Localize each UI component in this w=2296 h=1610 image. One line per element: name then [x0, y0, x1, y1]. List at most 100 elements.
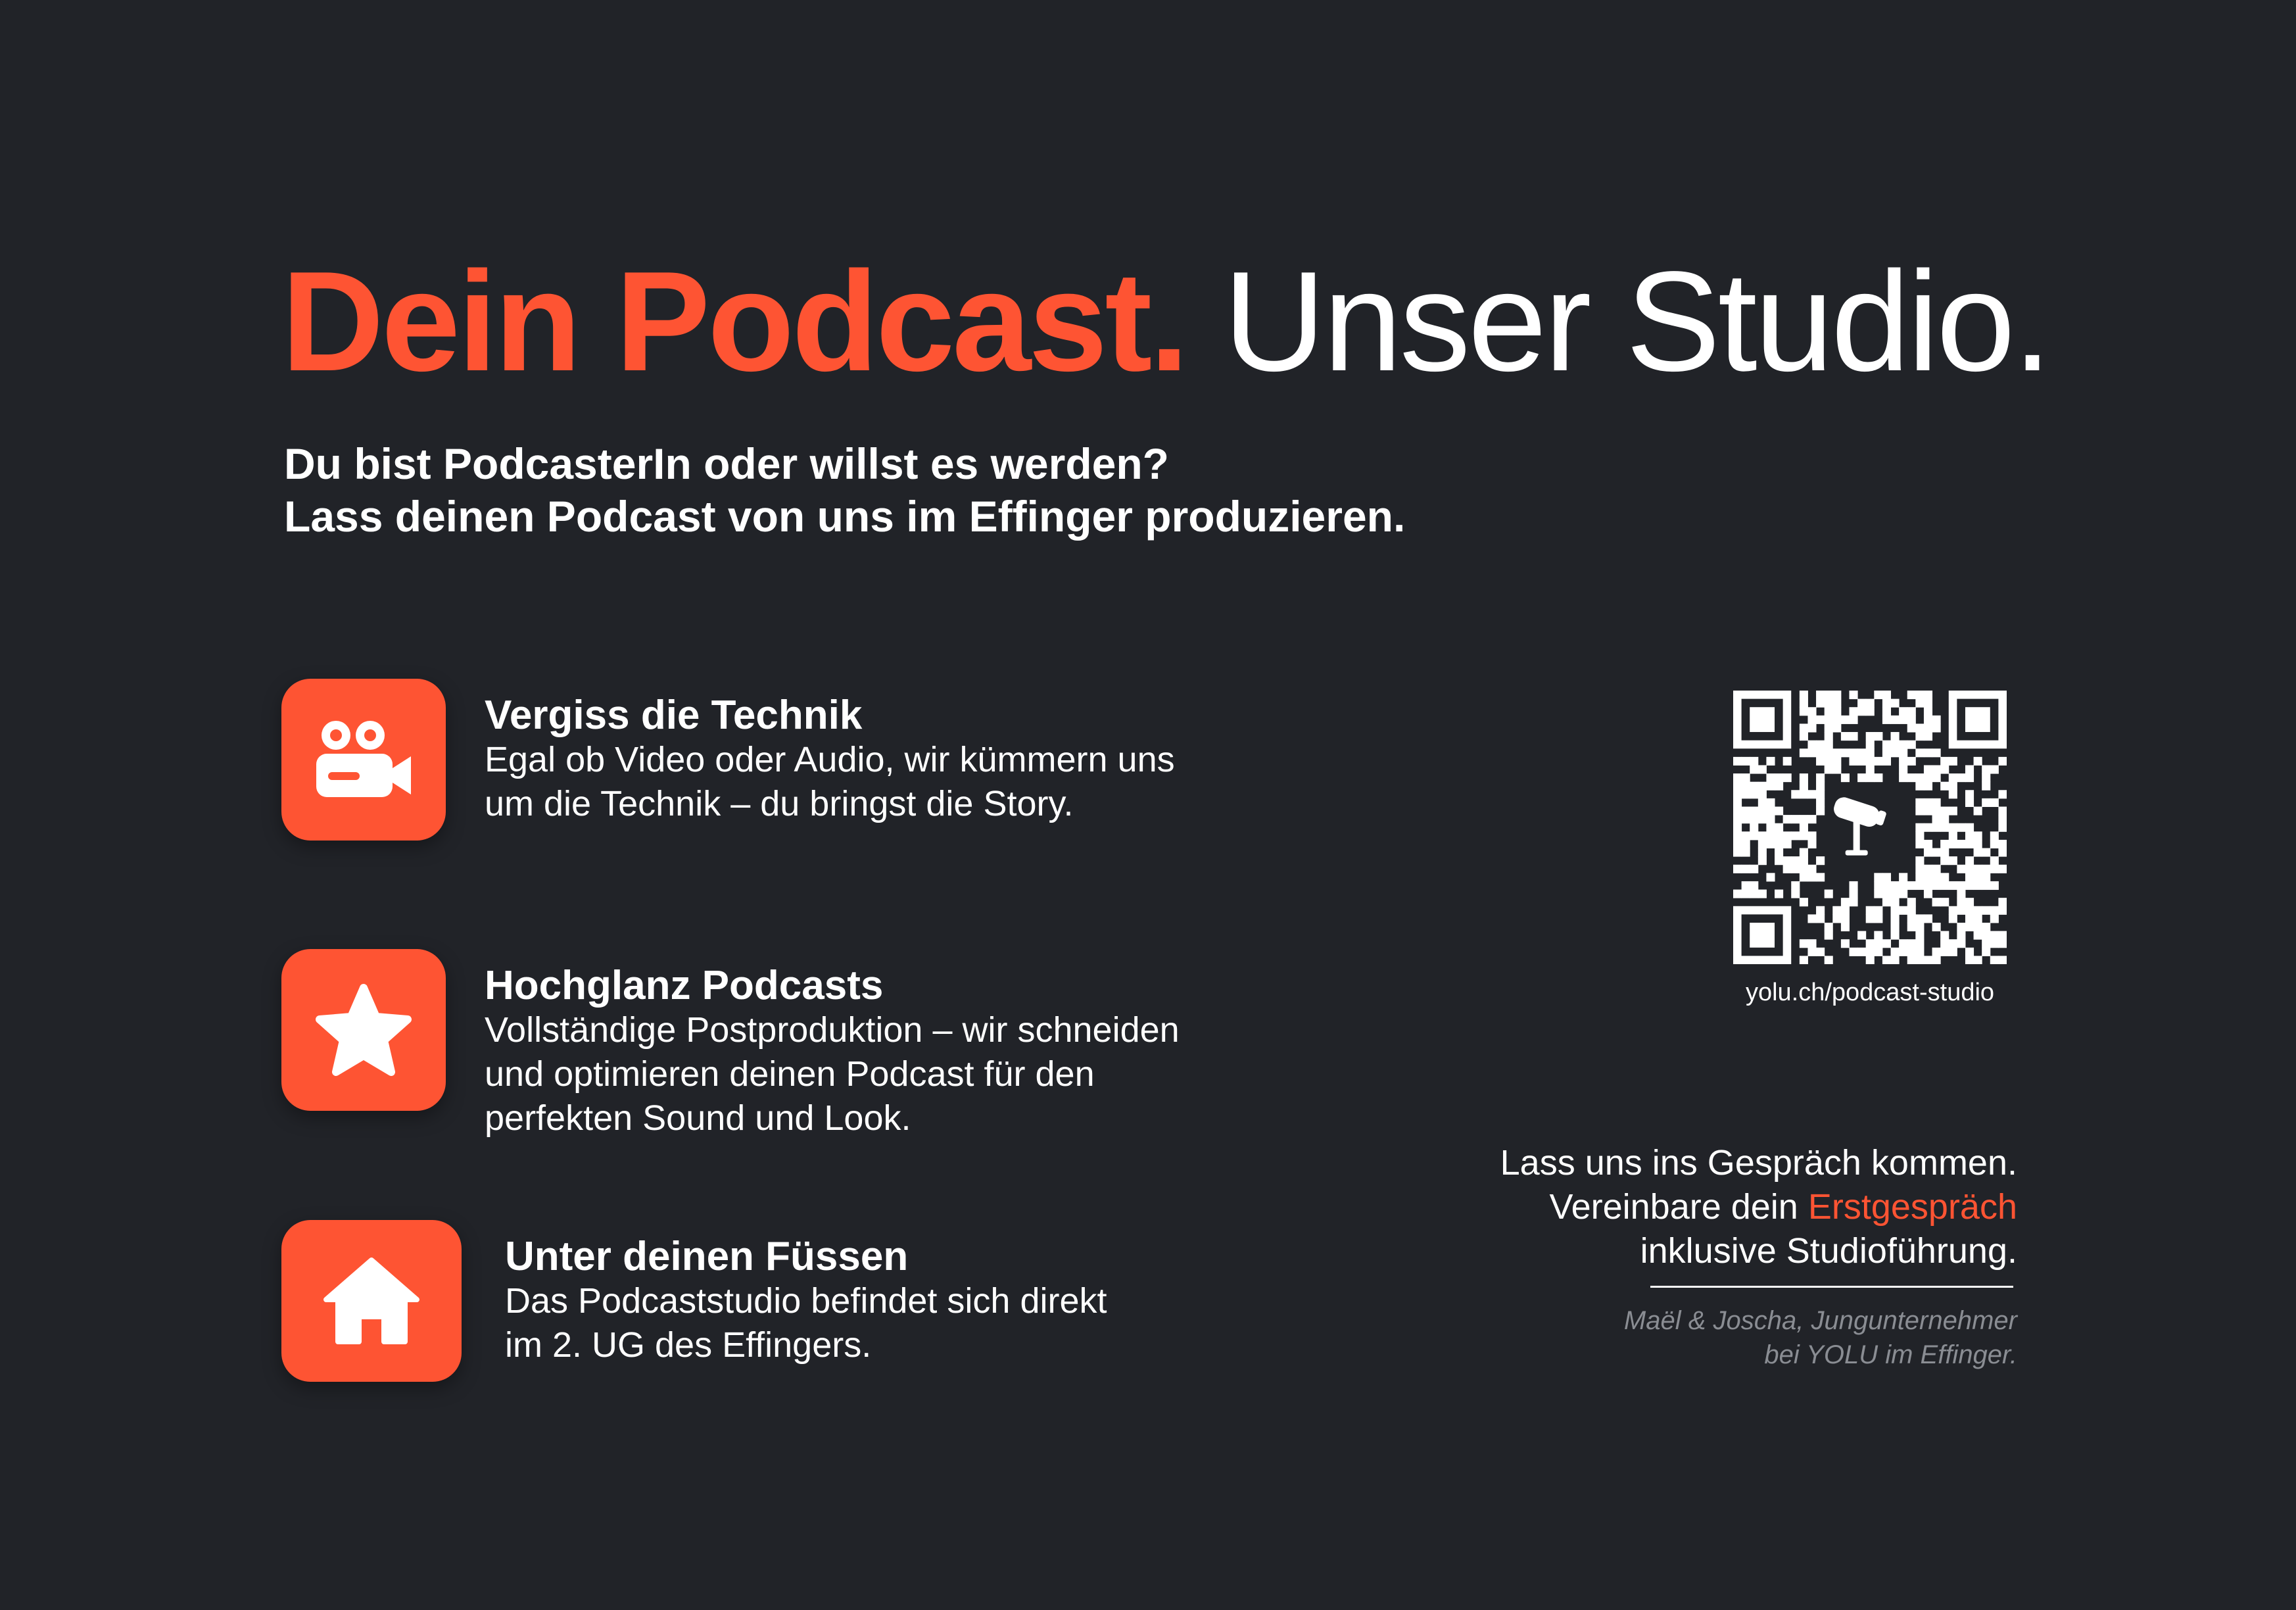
- qr-module: [1865, 939, 1875, 948]
- qr-module: [1990, 939, 1999, 948]
- qr-module: [1982, 881, 1991, 890]
- qr-module: [1907, 723, 1916, 733]
- qr-module: [1782, 756, 1792, 766]
- qr-module: [1799, 691, 1808, 700]
- qr-module: [1915, 856, 1925, 866]
- qr-module: [1982, 873, 1991, 882]
- qr-module: [1791, 856, 1800, 866]
- qr-module: [1832, 691, 1842, 700]
- cta-line-2: Vereinbare dein Erstgespräch: [1354, 1185, 2017, 1229]
- qr-module: [1957, 906, 1966, 915]
- qr-module: [1766, 756, 1775, 766]
- qr-module: [1816, 914, 1825, 923]
- qr-module: [1799, 823, 1808, 832]
- qr-module: [1840, 914, 1850, 923]
- qr-module: [1775, 848, 1784, 857]
- qr-module: [1948, 839, 1957, 849]
- qr-module: [1923, 864, 1933, 873]
- qr-module: [1948, 881, 1957, 890]
- qr-module: [1899, 906, 1908, 915]
- qr-module: [1741, 790, 1750, 799]
- qr-module: [1965, 831, 1974, 841]
- qr-module: [1990, 831, 1999, 841]
- qr-module: [1940, 806, 1949, 816]
- qr-module: [1807, 839, 1817, 849]
- qr-module: [1940, 856, 1949, 866]
- qr-module: [1973, 756, 1982, 766]
- qr-module: [1816, 806, 1825, 816]
- qr-module: [1832, 906, 1842, 915]
- qr-module: [1957, 881, 1966, 890]
- qr-module: [1807, 914, 1817, 923]
- qr-module: [1857, 707, 1867, 716]
- qr-module: [1915, 922, 1925, 932]
- qr-url-label[interactable]: yolu.ch/podcast-studio: [1733, 979, 2007, 1007]
- qr-module: [1799, 723, 1808, 733]
- qr-module: [1923, 715, 1933, 724]
- qr-module: [1799, 781, 1808, 791]
- qr-module: [1907, 881, 1916, 890]
- qr-module: [1940, 947, 1949, 956]
- feature-title: Hochglanz Podcasts: [485, 963, 884, 1008]
- qr-module: [1990, 881, 1999, 890]
- qr-module: [1948, 790, 1957, 799]
- qr-module: [1915, 864, 1925, 873]
- qr-module: [1840, 773, 1850, 783]
- qr-module: [1998, 815, 2007, 824]
- qr-module: [1890, 881, 1900, 890]
- qr-module: [1932, 956, 1941, 965]
- qr-module: [1741, 831, 1750, 841]
- qr-module: [1766, 806, 1775, 816]
- qr-module: [1907, 756, 1916, 766]
- qr-module: [1782, 815, 1792, 824]
- qr-module: [1865, 906, 1875, 915]
- qr-module: [1890, 898, 1900, 907]
- qr-module: [1899, 765, 1908, 774]
- qr-module: [1932, 947, 1941, 956]
- qr-module: [1990, 956, 1999, 965]
- qr-module: [1923, 823, 1933, 832]
- qr-module: [1874, 889, 1883, 898]
- qr-module: [1882, 873, 1892, 882]
- qr-module: [1733, 773, 1742, 783]
- qr-module: [1741, 881, 1750, 890]
- qr-module: [1807, 873, 1817, 882]
- qr-module: [1915, 881, 1925, 890]
- qr-module: [1840, 939, 1850, 948]
- qr-module: [1973, 864, 1982, 873]
- qr-module: [1758, 856, 1767, 866]
- qr-module: [1915, 831, 1925, 841]
- qr-module: [1923, 698, 1933, 708]
- qr-module: [1982, 864, 1991, 873]
- qr-module: [1799, 956, 1808, 965]
- qr-module: [1807, 723, 1817, 733]
- qr-module: [1940, 756, 1949, 766]
- qr-module: [1857, 931, 1867, 940]
- qr-module: [1965, 922, 1974, 932]
- qr-module: [1816, 856, 1825, 866]
- qr-module: [1990, 914, 1999, 923]
- qr-module: [1865, 756, 1875, 766]
- qr-module: [1973, 956, 1982, 965]
- qr-code[interactable]: [1733, 691, 2007, 965]
- feature-fuessen-text: Unter deinen Füssen Das Podcaststudio be…: [505, 1234, 1425, 1367]
- qr-module: [1982, 939, 1991, 948]
- qr-module: [1816, 873, 1825, 882]
- qr-module: [1940, 839, 1949, 849]
- qr-module: [1907, 922, 1916, 932]
- qr-module: [1882, 691, 1892, 700]
- qr-module: [1766, 823, 1775, 832]
- qr-module: [1824, 715, 1833, 724]
- qr-module: [1882, 756, 1892, 766]
- qr-module: [1998, 790, 2007, 799]
- qr-module: [1807, 748, 1817, 758]
- qr-module: [1791, 831, 1800, 841]
- qr-module: [1973, 914, 1982, 923]
- qr-module: [1782, 856, 1792, 866]
- qr-finder-pattern: [1733, 906, 1792, 964]
- qr-module: [1874, 873, 1883, 882]
- qr-module: [1932, 922, 1941, 932]
- qr-module: [1865, 740, 1875, 749]
- qr-module: [1733, 806, 1742, 816]
- qr-module: [1990, 931, 1999, 940]
